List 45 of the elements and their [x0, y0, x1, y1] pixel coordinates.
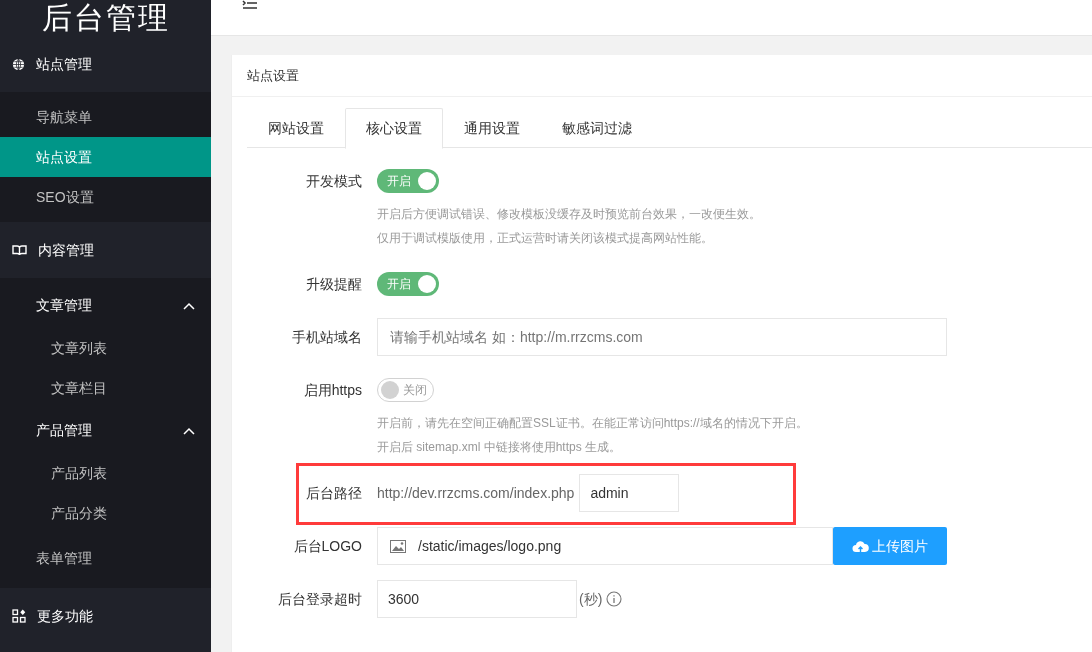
cloud-upload-icon — [852, 539, 869, 553]
url-prefix: http://dev.rrzcms.com/index.php — [377, 483, 575, 503]
tab[interactable]: 网站设置 — [247, 108, 345, 149]
number-input[interactable]: 3600 — [377, 580, 577, 618]
logo-text: 后台管理 — [41, 1, 170, 35]
text-input[interactable]: 请输手机站域名 如：http://m.rrzcms.com — [377, 318, 947, 356]
sidebar-item[interactable]: 产品列表 — [0, 453, 211, 493]
caret-up-icon — [183, 426, 195, 435]
caret-up-icon — [183, 301, 195, 310]
sidebar-item[interactable]: 产品分类 — [0, 493, 211, 533]
help-text: 仅用于调试模版使用，正式运营时请关闭该模式提高网站性能。 — [377, 230, 714, 247]
field-label: 后台登录超时 — [277, 590, 362, 609]
field-label: 开发模式 — [305, 172, 362, 191]
sidebar-item[interactable]: 文章栏目 — [0, 368, 211, 408]
unit-label: (秒) — [579, 589, 603, 609]
image-icon — [390, 539, 406, 553]
help-text: 开启后方便调试错误、修改模板没缓存及时预览前台效果，一改便生效。 — [377, 206, 761, 223]
sidebar-item[interactable]: SEO设置 — [0, 177, 211, 217]
globe-icon — [12, 57, 25, 71]
menu-icon[interactable] — [242, 0, 258, 10]
tab[interactable]: 通用设置 — [443, 108, 541, 149]
sidebar-item[interactable]: 导航菜单 — [0, 97, 211, 137]
field-label: 升级提醒 — [305, 275, 362, 294]
field-label: 后台路径 — [305, 484, 362, 503]
card-title: 站点设置 — [247, 66, 299, 85]
info-icon[interactable] — [606, 591, 623, 607]
submenu-header[interactable]: 产品管理 — [0, 408, 211, 453]
sidebar-group[interactable]: 站点管理 — [0, 36, 211, 92]
sidebar-group[interactable]: 更多功能 — [0, 588, 211, 644]
field-label: 手机站域名 — [291, 328, 362, 347]
file-path-field[interactable]: /static/images/logo.png — [377, 527, 833, 565]
tab[interactable]: 敏感词过滤 — [541, 108, 653, 149]
sidebar-item[interactable]: 站点设置 — [0, 137, 211, 177]
sidebar-item[interactable]: 文章列表 — [0, 328, 211, 368]
tab[interactable]: 核心设置 — [345, 108, 443, 149]
submenu-header[interactable]: 文章管理 — [0, 283, 211, 328]
apps-icon — [12, 609, 26, 623]
sidebar-group[interactable]: 内容管理 — [0, 222, 211, 278]
field-label: 启用https — [302, 381, 362, 400]
book-icon — [12, 244, 27, 256]
help-text: 开启前，请先在空间正确配置SSL证书。在能正常访问https://域名的情况下开启。 — [377, 415, 808, 432]
field-label: 后台LOGO — [292, 537, 362, 556]
help-text: 开启后 sitemap.xml 中链接将使用https 生成。 — [377, 439, 623, 456]
path-input[interactable]: admin — [579, 474, 680, 512]
sidebar-item[interactable]: 表单管理 — [0, 533, 211, 583]
